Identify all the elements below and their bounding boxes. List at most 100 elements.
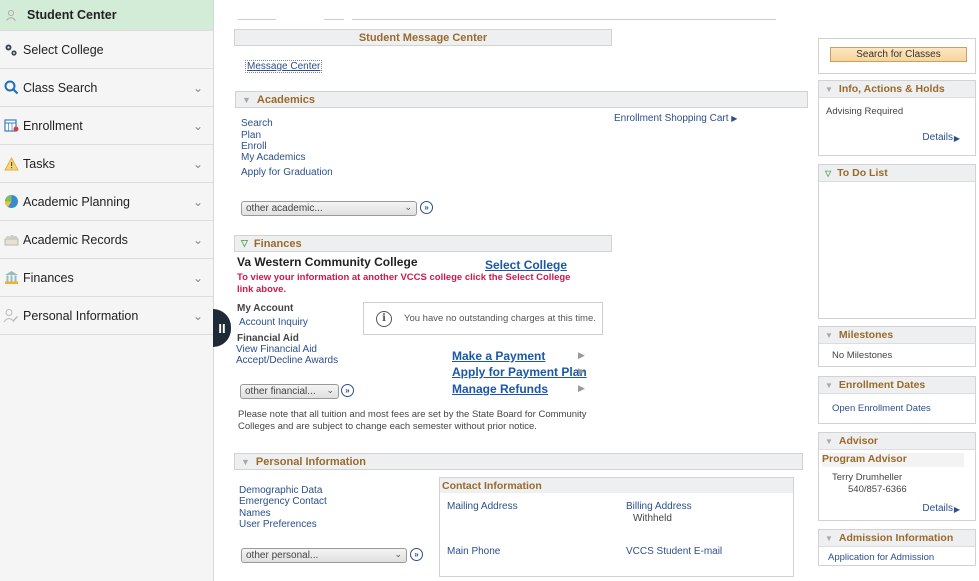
payment-plan-link[interactable]: Apply for Payment Plan (452, 365, 587, 379)
student-email-link[interactable]: VCCS Student E-mail (626, 546, 722, 557)
sidebar-item-academic-planning[interactable]: Academic Planning ⌄ (0, 183, 213, 221)
message-center-link[interactable]: Message Center (245, 60, 323, 73)
sidebar-item-select-college[interactable]: Select College (0, 31, 213, 69)
play-arrow-icon: ▶ (578, 383, 585, 393)
advisor-header[interactable]: ▼ Advisor (819, 433, 975, 450)
sidebar-collapse-handle[interactable]: II (213, 309, 231, 347)
divider (238, 19, 276, 20)
accept-decline-awards-link[interactable]: Accept/Decline Awards (236, 355, 338, 366)
chevron-down-icon[interactable]: ⌄ (193, 309, 203, 323)
chevron-down-icon[interactable]: ⌄ (193, 81, 203, 95)
collapse-triangle-icon: ▼ (825, 84, 833, 94)
play-arrow-icon: ▶ (578, 366, 585, 376)
advisor-box: ▼ Advisor Program Advisor Terry Drumhelle… (818, 432, 976, 521)
charges-notice: i You have no outstanding charges at thi… (363, 302, 603, 335)
holds-details-link[interactable]: Details (922, 132, 953, 143)
names-link[interactable]: Names (239, 508, 271, 519)
chevron-down-icon: ⌄ (326, 385, 334, 395)
milestones-header[interactable]: ▼ Milestones (819, 327, 975, 344)
play-arrow-icon: ▶ (953, 134, 960, 143)
sidebar-item-finances[interactable]: Finances ⌄ (0, 259, 213, 297)
sidebar-item-label: Academic Planning (23, 194, 131, 209)
sidebar-item-label: Student Center (27, 8, 117, 22)
personal-go-button[interactable]: » (410, 548, 423, 561)
academics-go-button[interactable]: » (420, 201, 433, 214)
expand-triangle-icon: ▽ (825, 168, 832, 178)
select-college-link[interactable]: Select College (485, 258, 567, 272)
billing-address-link[interactable]: Billing Address (626, 501, 692, 512)
sidebar-item-enrollment[interactable]: Enrollment ⌄ (0, 107, 213, 145)
select-college-warning: To view your information at another VCCS… (237, 272, 571, 295)
program-advisor-label: Program Advisor (822, 453, 964, 467)
demographic-data-link[interactable]: Demographic Data (239, 485, 322, 496)
calendar-icon (3, 118, 19, 134)
contact-information-box: Contact Information (439, 477, 794, 577)
sidebar-item-personal-information[interactable]: Personal Information ⌄ (0, 297, 213, 335)
todo-list-header[interactable]: ▽ To Do List (819, 165, 975, 182)
shopping-cart-link[interactable]: Enrollment Shopping Cart ▶ (614, 113, 737, 124)
college-name: Va Western Community College (237, 255, 418, 269)
info-icon: i (376, 310, 392, 327)
collapse-triangle-icon: ▼ (825, 330, 833, 340)
account-inquiry-link[interactable]: Account Inquiry (239, 317, 308, 328)
admission-info-header[interactable]: ▼ Admission Information (819, 530, 975, 547)
chevron-down-icon[interactable]: ⌄ (193, 233, 203, 247)
make-payment-link[interactable]: Make a Payment (452, 349, 545, 363)
play-arrow-icon: ▶ (578, 350, 585, 360)
admission-info-box: ▼ Admission Information Application for A… (818, 529, 976, 566)
open-enrollment-dates-link[interactable]: Open Enrollment Dates (832, 403, 931, 414)
chevron-down-icon[interactable]: ⌄ (193, 157, 203, 171)
enrollment-dates-header[interactable]: ▼ Enrollment Dates (819, 377, 975, 394)
globe-icon (3, 194, 19, 210)
sidebar-item-label: Academic Records (23, 232, 128, 247)
collapse-triangle-icon: ▼ (825, 533, 833, 543)
my-account-label: My Account (237, 303, 294, 314)
sidebar-item-academic-records[interactable]: Academic Records ⌄ (0, 221, 213, 259)
academics-header[interactable]: ▼ Academics (235, 91, 808, 108)
academics-link-search[interactable]: Search (241, 118, 273, 129)
milestones-box: ▼ Milestones No Milestones (818, 326, 976, 367)
sidebar-item-student-center[interactable]: Student Center (0, 0, 213, 31)
chevron-down-icon: ⌄ (404, 202, 412, 212)
expand-triangle-icon: ▽ (241, 238, 248, 248)
academics-link-my-academics[interactable]: My Academics (241, 152, 305, 163)
sidebar-item-class-search[interactable]: Class Search ⌄ (0, 69, 213, 107)
academics-link-enroll[interactable]: Enroll (241, 141, 267, 152)
search-for-classes-button[interactable]: Search for Classes (830, 47, 967, 62)
holds-header[interactable]: ▼ Info, Actions & Holds (819, 81, 975, 98)
academics-dropdown[interactable]: other academic... ⌄ (241, 201, 417, 216)
no-milestones-text: No Milestones (832, 350, 893, 361)
person-icon (3, 7, 19, 23)
application-admission-link[interactable]: Application for Admission (828, 552, 934, 563)
user-preferences-link[interactable]: User Preferences (239, 519, 317, 530)
emergency-contact-link[interactable]: Emergency Contact (239, 496, 327, 507)
chevron-down-icon: ⌄ (394, 549, 402, 559)
chevron-down-icon[interactable]: ⌄ (193, 195, 203, 209)
mailing-address-link[interactable]: Mailing Address (447, 501, 518, 512)
advisor-phone: 540/857-6366 (848, 484, 907, 495)
advisor-details-link[interactable]: Details (922, 503, 953, 514)
collapse-triangle-icon: ▼ (825, 380, 833, 390)
financial-aid-label: Financial Aid (237, 333, 299, 344)
finances-dropdown[interactable]: other financial... ⌄ (240, 384, 339, 399)
finances-go-button[interactable]: » (341, 384, 354, 397)
personal-info-header[interactable]: ▼ Personal Information (234, 453, 803, 470)
academics-link-plan[interactable]: Plan (241, 130, 261, 141)
records-icon (3, 232, 19, 248)
gears-icon (3, 42, 19, 58)
sidebar-item-label: Finances (23, 270, 74, 285)
main-phone-link[interactable]: Main Phone (447, 546, 500, 557)
chevron-down-icon[interactable]: ⌄ (193, 119, 203, 133)
collapse-triangle-icon: ▼ (825, 436, 833, 446)
view-financial-aid-link[interactable]: View Financial Aid (236, 344, 317, 355)
sidebar-item-tasks[interactable]: Tasks ⌄ (0, 145, 213, 183)
message-center-header: Student Message Center (234, 29, 612, 46)
academics-link-apply-graduation[interactable]: Apply for Graduation (241, 167, 333, 178)
personal-dropdown[interactable]: other personal... ⌄ (241, 548, 407, 563)
chevron-down-icon[interactable]: ⌄ (193, 271, 203, 285)
search-icon (3, 80, 19, 96)
finances-header[interactable]: ▽ Finances (234, 235, 612, 252)
manage-refunds-link[interactable]: Manage Refunds (452, 382, 548, 396)
tuition-footnote: Please note that all tuition and most fe… (238, 409, 587, 432)
bank-icon (3, 270, 19, 286)
